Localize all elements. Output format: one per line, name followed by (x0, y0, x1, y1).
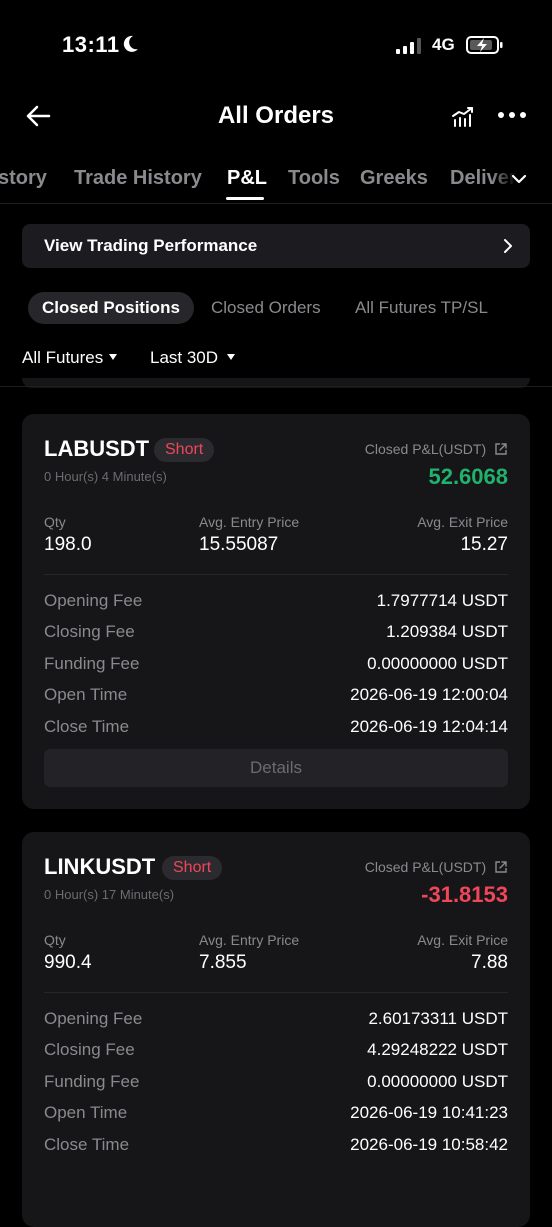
row-value: 0.00000000 USDT (367, 654, 508, 673)
position-symbol: LINKUSDT (44, 854, 156, 879)
row-label: Open Time (44, 685, 128, 704)
filter-closed-positions[interactable]: Closed Positions (28, 292, 194, 324)
qty-value: 198.0 (44, 534, 92, 555)
chevron-down-icon (511, 174, 527, 184)
row-value: 4.29248222 USDT (367, 1040, 508, 1059)
tab-pnl[interactable]: P&L (227, 167, 267, 190)
position-duration: 0 Hour(s) 4 Minute(s) (44, 469, 167, 484)
caret-down-icon (227, 353, 236, 360)
orders-tab-bar: History Trade History P&L Tools Greeks D… (0, 160, 552, 204)
closing-fee-row: Closing Fee 4.29248222 USDT (44, 1040, 508, 1064)
active-tab-indicator (226, 197, 264, 200)
chart-trend-icon (452, 107, 473, 127)
row-label: Close Time (44, 1135, 130, 1154)
row-label: Opening Fee (44, 1009, 143, 1028)
row-value: 2026-06-19 12:00:04 (350, 685, 508, 704)
row-value: 1.209384 USDT (386, 622, 508, 641)
view-trading-performance-row[interactable]: View Trading Performance (22, 224, 530, 268)
battery-charging-icon (466, 35, 504, 60)
close-time-row: Close Time 2026-06-19 12:04:14 (44, 717, 508, 741)
opening-fee-row: Opening Fee 1.7977714 USDT (44, 591, 508, 615)
row-label: Funding Fee (44, 1072, 140, 1091)
row-value: 0.00000000 USDT (367, 1072, 508, 1091)
avg-entry-value: 15.55087 (199, 534, 279, 555)
row-label: Close Time (44, 717, 130, 736)
share-icon (495, 861, 507, 873)
tabs-expand-button[interactable] (510, 170, 528, 193)
market-dropdown-value: All Futures (22, 348, 104, 367)
closed-pnl-value: 52.6068 (428, 464, 508, 489)
avg-exit-value: 15.27 (460, 534, 508, 555)
position-symbol: LABUSDT (44, 436, 150, 461)
funding-fee-row: Funding Fee 0.00000000 USDT (44, 1072, 508, 1096)
position-card: LABUSDT Short 0 Hour(s) 4 Minute(s) Clos… (22, 414, 530, 809)
qty-label: Qty (44, 514, 66, 530)
period-dropdown-value: Last 30D (150, 348, 219, 367)
performance-chart-button[interactable] (450, 104, 476, 135)
avg-exit-label: Avg. Exit Price (417, 932, 508, 948)
row-value: 2026-06-19 10:58:42 (350, 1135, 508, 1154)
open-time-row: Open Time 2026-06-19 12:00:04 (44, 685, 508, 709)
row-label: Opening Fee (44, 591, 143, 610)
tab-trade-history[interactable]: Trade History (74, 167, 202, 190)
chevron-right-icon (502, 238, 514, 259)
qty-label: Qty (44, 932, 66, 948)
tab-history[interactable]: History (0, 167, 47, 190)
row-label: Closing Fee (44, 622, 135, 641)
closing-fee-row: Closing Fee 1.209384 USDT (44, 622, 508, 646)
qty-value: 990.4 (44, 952, 92, 973)
closed-pnl-share-link[interactable]: Closed P&L(USDT) (365, 859, 508, 875)
side-badge: Short (154, 438, 215, 462)
dot-icon (498, 112, 504, 118)
avg-entry-label: Avg. Entry Price (199, 932, 300, 948)
row-value: 2026-06-19 10:41:23 (350, 1103, 508, 1122)
tab-tools[interactable]: Tools (288, 167, 340, 190)
row-label: Closing Fee (44, 1040, 135, 1059)
row-label: Open Time (44, 1103, 128, 1122)
trading-performance-label: View Trading Performance (44, 236, 258, 255)
more-options-button[interactable] (498, 112, 526, 118)
dot-icon (520, 112, 526, 118)
cellular-signal-icon (396, 38, 421, 54)
avg-entry-label: Avg. Entry Price (199, 514, 300, 530)
funding-fee-row: Funding Fee 0.00000000 USDT (44, 654, 508, 678)
top-header: All Orders (0, 90, 552, 142)
row-value: 2.60173311 USDT (368, 1009, 508, 1028)
opening-fee-row: Opening Fee 2.60173311 USDT (44, 1009, 508, 1033)
row-label: Funding Fee (44, 654, 140, 673)
position-duration: 0 Hour(s) 17 Minute(s) (44, 887, 175, 902)
row-value: 1.7977714 USDT (376, 591, 508, 610)
avg-entry-value: 7.855 (199, 952, 247, 973)
avg-exit-value: 7.88 (471, 952, 508, 973)
tab-greeks[interactable]: Greeks (360, 167, 428, 190)
side-badge: Short (162, 856, 223, 880)
status-time: 13:11 (62, 32, 120, 57)
closed-pnl-value: -31.8153 (421, 882, 508, 907)
period-dropdown[interactable]: Last 30D (150, 348, 236, 368)
closed-pnl-label: Closed P&L(USDT) (364, 859, 487, 875)
market-dropdown[interactable]: All Futures (22, 348, 118, 368)
close-time-row: Close Time 2026-06-19 10:58:42 (44, 1135, 508, 1159)
dot-icon (509, 112, 515, 118)
filter-futures-tpsl[interactable]: All Futures TP/SL (355, 292, 488, 324)
row-value: 2026-06-19 12:04:14 (350, 717, 508, 736)
status-bar: 13:11 4G (0, 0, 552, 90)
position-card: LINKUSDT Short 0 Hour(s) 17 Minute(s) Cl… (22, 832, 530, 1227)
share-icon (495, 443, 507, 455)
network-type: 4G (432, 35, 455, 54)
moon-icon (120, 34, 140, 59)
avg-exit-label: Avg. Exit Price (417, 514, 508, 530)
closed-pnl-label: Closed P&L(USDT) (364, 441, 487, 457)
details-button[interactable]: Details (44, 749, 508, 787)
open-time-row: Open Time 2026-06-19 10:41:23 (44, 1103, 508, 1127)
closed-pnl-share-link[interactable]: Closed P&L(USDT) (365, 441, 508, 457)
filter-closed-orders[interactable]: Closed Orders (211, 292, 321, 324)
caret-down-icon (109, 353, 118, 360)
